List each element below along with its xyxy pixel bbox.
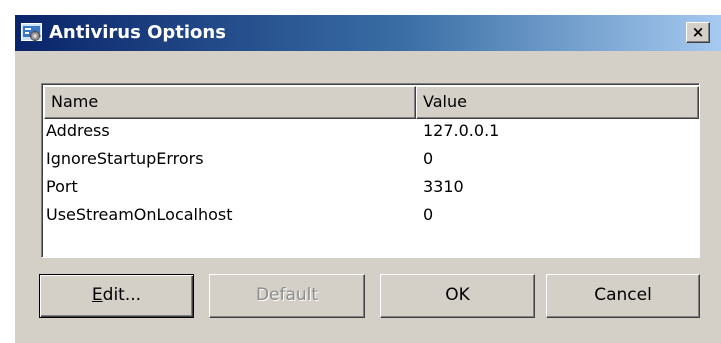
edit-label: dit... — [102, 285, 142, 305]
options-list[interactable]: Name Value Address 127.0.0.1 IgnoreStart… — [41, 83, 700, 258]
cancel-button[interactable]: Cancel — [546, 274, 700, 318]
edit-mnemonic: E — [91, 285, 103, 305]
column-header-name[interactable]: Name — [44, 86, 416, 119]
default-button: Default — [209, 274, 365, 318]
row-name: IgnoreStartupErrors — [46, 149, 204, 168]
list-header: Name Value — [44, 86, 699, 119]
ok-button[interactable]: OK — [380, 274, 535, 318]
antivirus-options-icon — [21, 23, 42, 43]
list-row-address[interactable]: Address 127.0.0.1 — [44, 119, 699, 146]
row-value: 127.0.0.1 — [423, 121, 500, 140]
antivirus-options-dialog: Antivirus Options × Name Value Address 1… — [14, 14, 721, 343]
edit-button[interactable]: Edit... — [39, 274, 194, 318]
list-row-port[interactable]: Port 3310 — [44, 175, 699, 202]
window-title: Antivirus Options — [49, 22, 226, 43]
column-header-value[interactable]: Value — [416, 86, 699, 119]
list-row-use-stream-on-localhost[interactable]: UseStreamOnLocalhost 0 — [44, 203, 699, 230]
title-bar[interactable]: Antivirus Options × — [15, 15, 721, 51]
row-name: Port — [46, 177, 78, 196]
row-name: UseStreamOnLocalhost — [46, 205, 233, 224]
list-row-ignore-startup-errors[interactable]: IgnoreStartupErrors 0 — [44, 147, 699, 174]
row-value: 0 — [423, 149, 434, 168]
close-icon: × — [691, 23, 705, 41]
row-name: Address — [46, 121, 110, 140]
close-button[interactable]: × — [686, 22, 710, 43]
row-value: 3310 — [423, 177, 464, 196]
row-value: 0 — [423, 205, 434, 224]
